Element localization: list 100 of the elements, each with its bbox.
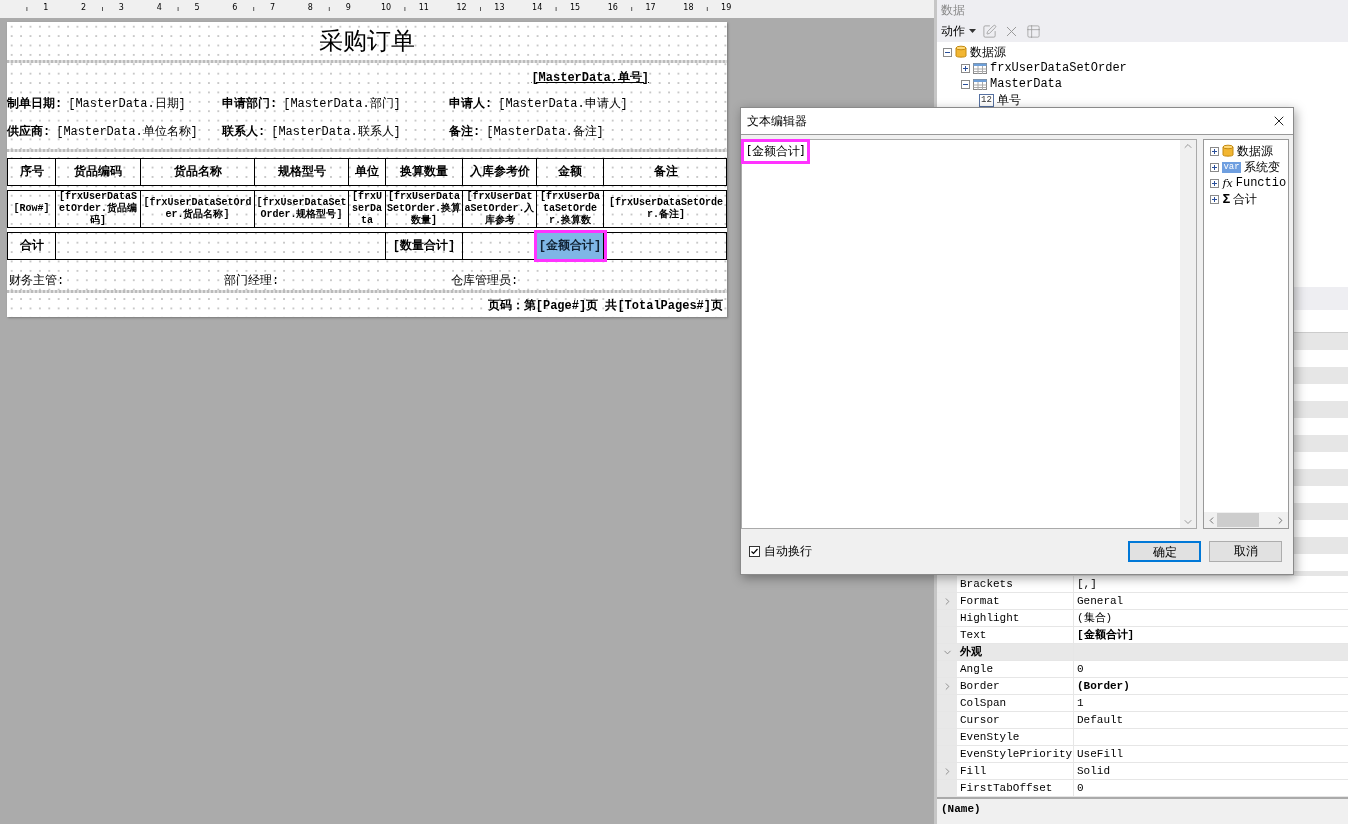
field-label: 申请部门: <box>222 95 278 112</box>
field-icon: 12 <box>979 93 994 107</box>
page-number-field: 页码：第[Page#]页 共[TotalPages#]页 <box>487 296 723 314</box>
property-value[interactable]: 0 <box>1074 661 1348 677</box>
column-header: 金额 <box>537 159 604 185</box>
tree-item[interactable]: 单号 <box>996 91 1021 109</box>
table-cell[interactable]: [数量合计] <box>386 233 463 259</box>
field-value: [MasterData.日期] <box>68 95 186 112</box>
ruler-number: 2 <box>80 3 88 12</box>
ruler-number: 15 <box>568 3 582 12</box>
field-value: [MasterData.单位名称] <box>56 123 198 140</box>
table-cell: [frxUserData <box>349 191 386 227</box>
signature-label: 仓库管理员: <box>450 272 520 289</box>
tree-item[interactable]: MasterData <box>990 77 1062 91</box>
expand-icon[interactable] <box>1210 146 1220 156</box>
table-icon <box>973 78 987 90</box>
checkbox[interactable] <box>749 546 760 557</box>
property-value[interactable]: [,] <box>1074 576 1348 592</box>
ruler-number: 4 <box>155 3 163 12</box>
editor-text: [金额合计] <box>744 142 808 161</box>
table-cell: [frxUserDataSetOrder.换算数 <box>537 191 604 227</box>
property-value[interactable]: 1 <box>1074 695 1348 711</box>
table-cell: [frxUserDataSetOrder.货品名称] <box>141 191 255 227</box>
column-header: 货品名称 <box>141 159 255 185</box>
dialog-title: 文本编辑器 <box>747 112 807 130</box>
table-cell: [frxUserDataSetOrder.换算数量] <box>386 191 463 227</box>
ruler-number: 1 <box>42 3 50 12</box>
dialog-button[interactable]: 确定 <box>1128 541 1201 562</box>
category-name: 外观 <box>957 644 1074 660</box>
field-value: [MasterData.联系人] <box>271 123 401 140</box>
field-value: [MasterData.部门] <box>283 95 401 112</box>
database-icon <box>955 45 967 59</box>
description-title: (Name) <box>941 803 981 815</box>
ruler-number: 10 <box>379 3 393 12</box>
text-editor-field[interactable]: [金额合计] <box>741 139 1198 529</box>
ruler-number: 5 <box>193 3 201 12</box>
property-name: Text <box>957 627 1074 643</box>
property-value[interactable]: UseFill <box>1074 746 1348 762</box>
property-value[interactable]: [金额合计] <box>1074 627 1348 643</box>
column-header: 货品编码 <box>56 159 141 185</box>
column-header: 单位 <box>349 159 386 185</box>
sum-icon: Σ <box>1222 193 1231 205</box>
signature-label: 部门经理: <box>223 272 281 289</box>
property-name: FirstTabOffset <box>957 780 1074 796</box>
property-value[interactable]: 0 <box>1074 780 1348 796</box>
property-value[interactable]: General <box>1074 593 1348 609</box>
property-name: Fill <box>957 763 1074 779</box>
function-icon: fx <box>1222 177 1233 189</box>
horizontal-scrollbar[interactable] <box>1204 512 1288 528</box>
table-cell[interactable]: [金额合计] <box>537 233 604 259</box>
property-value[interactable]: Solid <box>1074 763 1348 779</box>
ruler-number: 11 <box>417 3 430 12</box>
property-name: EvenStyle <box>957 729 1074 745</box>
category-row[interactable]: 外观 <box>937 644 1348 661</box>
property-name: Highlight <box>957 610 1074 626</box>
panel-header: 数据 <box>937 0 1348 20</box>
table-cell-text: [frxUserDataSetOrder.备注] <box>608 196 724 222</box>
property-value[interactable]: (Border) <box>1074 678 1348 694</box>
dialog-button[interactable]: 取消 <box>1209 541 1282 562</box>
tree-item[interactable]: 数据源 <box>1237 142 1274 160</box>
variable-icon: var <box>1222 161 1241 173</box>
property-name: EvenStylePriority <box>957 746 1074 762</box>
table-cell: [frxUserDataSetOrder.货品编码] <box>56 191 141 227</box>
column-header: 入库参考价 <box>463 159 537 185</box>
expand-icon[interactable] <box>1210 178 1220 188</box>
ruler-number: 16 <box>606 3 619 12</box>
ruler-number: 18 <box>682 3 695 12</box>
ruler-number: 9 <box>344 3 352 12</box>
column-header: 序号 <box>8 159 56 185</box>
ruler-number: 17 <box>644 3 657 12</box>
field-label: 供应商: <box>7 123 51 140</box>
tree-item[interactable]: 系统变 <box>1243 158 1280 176</box>
expand-icon[interactable] <box>1210 162 1220 172</box>
caret-icon <box>969 29 976 33</box>
tree-item[interactable]: 数据源 <box>970 43 1006 61</box>
property-name: ColSpan <box>957 695 1074 711</box>
ruler-number: 7 <box>269 3 277 12</box>
table-cell[interactable]: 合计 <box>8 233 56 259</box>
column-header: 备注 <box>653 163 679 181</box>
field-value: [MasterData.备注] <box>486 123 604 140</box>
property-value[interactable]: (集合) <box>1074 610 1348 626</box>
ruler-number: 6 <box>231 3 239 12</box>
tree-item[interactable]: Functio <box>1235 176 1287 190</box>
column-header: 换算数量 <box>386 159 463 185</box>
column-header: 规格型号 <box>255 159 349 185</box>
tree-item[interactable]: 合计 <box>1233 190 1258 208</box>
expand-icon[interactable] <box>961 63 970 73</box>
collapse-icon[interactable] <box>943 47 952 57</box>
ruler-number: 14 <box>531 3 544 12</box>
property-value[interactable]: Default <box>1074 712 1348 728</box>
field-label: 备注: <box>449 123 481 140</box>
property-name: Brackets <box>957 576 1074 592</box>
report-title: 采购订单 <box>319 26 415 57</box>
action-menu-button[interactable]: 动作 <box>941 22 976 40</box>
ruler-number: 19 <box>720 3 733 12</box>
tree-item[interactable]: frxUserDataSetOrder <box>990 61 1127 75</box>
collapse-icon[interactable] <box>961 79 970 89</box>
expand-icon[interactable] <box>1210 194 1220 204</box>
field-label: 制单日期: <box>7 95 63 112</box>
property-name: Cursor <box>957 712 1074 728</box>
